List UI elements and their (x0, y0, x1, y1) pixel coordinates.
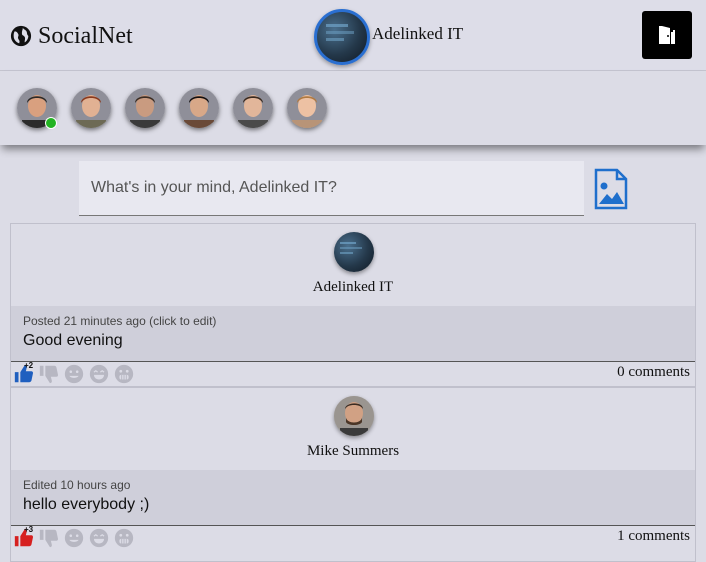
friend-avatar[interactable] (125, 88, 165, 128)
user-name: Adelinked IT (372, 24, 464, 43)
post-card: Mike Summers Edited 10 hours ago hello e… (10, 387, 696, 562)
post-author-name[interactable]: Adelinked IT (11, 279, 695, 296)
thumbs-down-icon (39, 365, 59, 384)
grimace-icon (114, 364, 134, 384)
friend-avatar[interactable] (71, 88, 111, 128)
friend-avatar[interactable] (17, 88, 57, 129)
friend-avatar[interactable] (287, 88, 327, 128)
friend-avatar[interactable] (233, 88, 273, 128)
shocked-button[interactable] (113, 527, 135, 549)
post-content[interactable]: Posted 21 minutes ago (click to edit) Go… (11, 306, 695, 362)
shocked-button[interactable] (113, 363, 135, 385)
dislike-button[interactable] (38, 527, 60, 549)
app-logo[interactable]: SocialNet (10, 22, 133, 50)
post-card: Adelinked IT Posted 21 minutes ago (clic… (10, 223, 696, 387)
person-photo (334, 396, 374, 436)
like-button[interactable]: +2 (13, 361, 35, 385)
comments-link[interactable]: 1 comments (617, 528, 690, 545)
globe-icon (10, 25, 32, 47)
dislike-button[interactable] (38, 363, 60, 385)
like-count: +2 (24, 361, 34, 370)
laugh-button[interactable] (88, 363, 110, 385)
like-button[interactable]: +3 (13, 525, 35, 549)
smile-icon (64, 528, 84, 548)
laugh-icon (89, 528, 109, 548)
app-title: SocialNet (38, 23, 133, 49)
top-header: SocialNet Adelinked IT (0, 0, 706, 71)
online-status-dot (45, 117, 57, 129)
post-author-avatar[interactable] (334, 232, 374, 272)
laugh-icon (89, 364, 109, 384)
image-upload-icon[interactable] (593, 168, 629, 210)
like-count: +3 (24, 525, 34, 534)
user-avatar[interactable] (314, 9, 370, 65)
post-meta: Posted 21 minutes ago (click to edit) (23, 314, 217, 328)
thumbs-down-icon (39, 529, 59, 548)
post-meta: Edited 10 hours ago (23, 478, 131, 492)
current-user[interactable]: Adelinked IT (314, 9, 463, 65)
post-input[interactable] (79, 161, 584, 215)
friends-bar (0, 71, 706, 145)
reaction-bar: +2 (13, 361, 135, 385)
smile-button[interactable] (63, 527, 85, 549)
post-composer[interactable] (79, 161, 584, 216)
laugh-button[interactable] (88, 527, 110, 549)
post-author-avatar[interactable] (334, 396, 374, 436)
door-exit-icon (659, 26, 675, 44)
reaction-bar: +3 (13, 525, 135, 549)
post-content[interactable]: Edited 10 hours ago hello everybody ;) (11, 470, 695, 526)
smile-icon (64, 364, 84, 384)
post-author-name[interactable]: Mike Summers (11, 443, 695, 460)
post-text: hello everybody ;) (23, 496, 150, 513)
grimace-icon (114, 528, 134, 548)
friend-avatar[interactable] (179, 88, 219, 128)
smile-button[interactable] (63, 363, 85, 385)
comments-link[interactable]: 0 comments (617, 364, 690, 381)
post-text: Good evening (23, 332, 123, 349)
logout-button[interactable] (642, 11, 692, 59)
